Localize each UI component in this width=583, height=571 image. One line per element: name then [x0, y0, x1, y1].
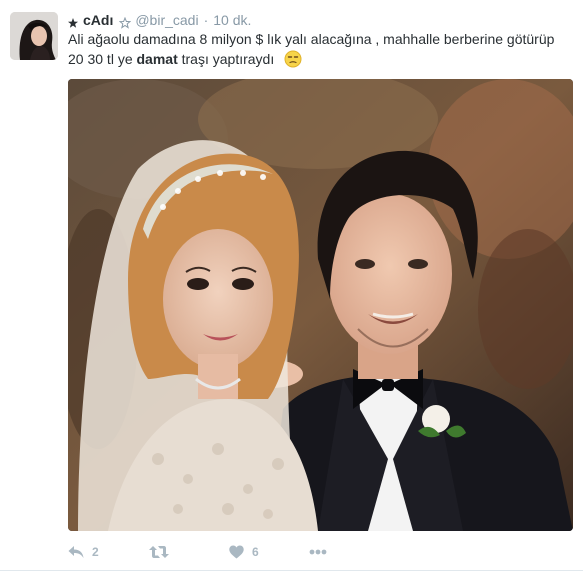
wedding-photo — [68, 79, 573, 531]
tweet-text-line-2: 20 30 tl ye damat traşı yaptıraydı — [68, 49, 573, 69]
tweet-text-line-1: Ali ağaolu damadına 8 milyon $ lık yalı … — [68, 31, 555, 47]
star-icon — [68, 14, 78, 28]
tweet-card[interactable]: cAdı @bir_cadi · 10 dk. Ali ağaolu damad… — [0, 0, 583, 571]
like-button[interactable]: 6 — [229, 545, 309, 559]
username[interactable]: @bir_cadi — [135, 10, 198, 30]
tweet-photo[interactable] — [68, 79, 573, 531]
tweet-text-bold: damat — [136, 51, 178, 67]
heart-icon — [229, 545, 244, 559]
display-name[interactable]: cAdı — [83, 10, 113, 30]
separator: · — [203, 12, 209, 28]
avatar-image — [10, 12, 58, 60]
reply-icon — [68, 545, 84, 559]
more-button[interactable] — [309, 549, 327, 555]
avatar[interactable] — [10, 12, 58, 60]
reply-button[interactable]: 2 — [68, 545, 149, 559]
tweet-text-part: 20 30 tl ye — [68, 51, 133, 67]
retweet-icon — [149, 545, 169, 559]
unamused-face-emoji — [284, 50, 302, 68]
more-dots-icon — [309, 549, 327, 555]
tweet-header: cAdı @bir_cadi · 10 dk. — [68, 10, 251, 30]
timestamp[interactable]: 10 dk. — [213, 10, 251, 30]
favorite-star-icon[interactable] — [118, 14, 132, 29]
tweet-actions: 2 6 — [68, 538, 327, 566]
retweet-button[interactable] — [149, 545, 229, 559]
reply-count: 2 — [92, 545, 99, 559]
tweet-text: Ali ağaolu damadına 8 milyon $ lık yalı … — [68, 29, 573, 69]
like-count: 6 — [252, 545, 259, 559]
tweet-text-part: traşı yaptıraydı — [181, 51, 275, 67]
